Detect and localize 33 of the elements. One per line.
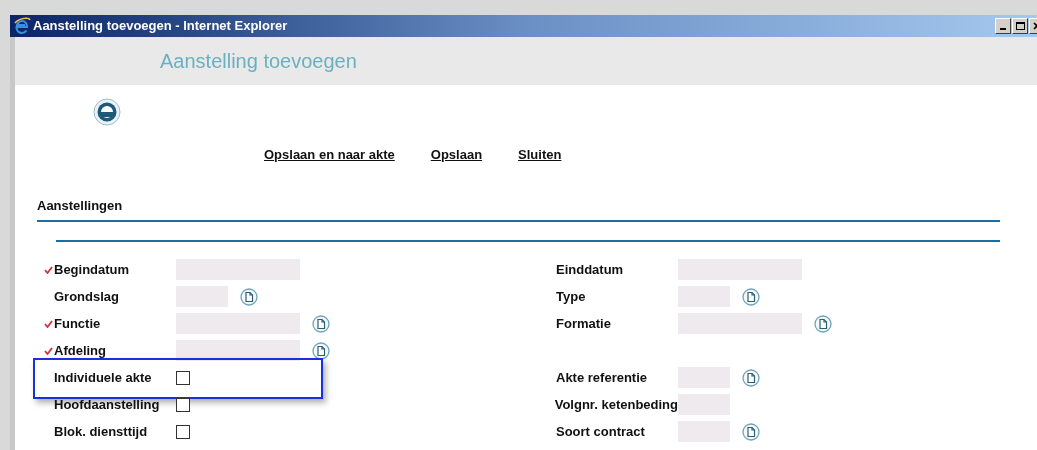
field-label: Volgnr. ketenbeding: [554, 395, 678, 414]
minimize-button[interactable]: [995, 18, 1011, 34]
page-heading: Aanstelling toevoegen: [160, 49, 357, 74]
gear-logo-icon: [93, 98, 121, 126]
document-lookup-icon[interactable]: [240, 287, 258, 306]
field-label: Type: [556, 287, 586, 306]
action-link[interactable]: Sluiten: [518, 145, 562, 165]
action-link[interactable]: Opslaan: [430, 145, 483, 165]
field-label: Blok. diensttijd: [54, 422, 148, 441]
field-label: Hoofdaanstelling: [54, 395, 160, 414]
field-label: Akte referentie: [556, 368, 648, 387]
checkbox[interactable]: [176, 424, 190, 439]
field-label: Soort contract: [556, 422, 645, 441]
document-lookup-icon[interactable]: [742, 368, 760, 387]
document-lookup-icon[interactable]: [742, 422, 760, 441]
document-lookup-icon[interactable]: [814, 314, 832, 333]
text-field[interactable]: [176, 340, 300, 361]
window-title: Aanstelling toevoegen - Internet Explorer: [33, 17, 288, 36]
field-label: Individuele akte: [54, 368, 152, 387]
document-lookup-icon[interactable]: [312, 314, 330, 333]
checkbox[interactable]: [176, 370, 190, 385]
maximize-button[interactable]: [1012, 18, 1028, 34]
field-label: Grondslag: [54, 287, 119, 306]
field-label: Afdeling: [54, 341, 106, 360]
document-lookup-icon[interactable]: [312, 341, 330, 360]
section-title: Aanstellingen: [37, 198, 123, 213]
browser-logo-icon: [13, 17, 31, 35]
document-lookup-icon[interactable]: [742, 287, 760, 306]
field-label: Einddatum: [556, 260, 624, 279]
field-label: Begindatum: [54, 260, 130, 279]
action-link[interactable]: Opslaan en naar akte: [264, 145, 395, 165]
field-label: Functie: [54, 314, 101, 333]
field-label: Formatie: [556, 314, 611, 333]
